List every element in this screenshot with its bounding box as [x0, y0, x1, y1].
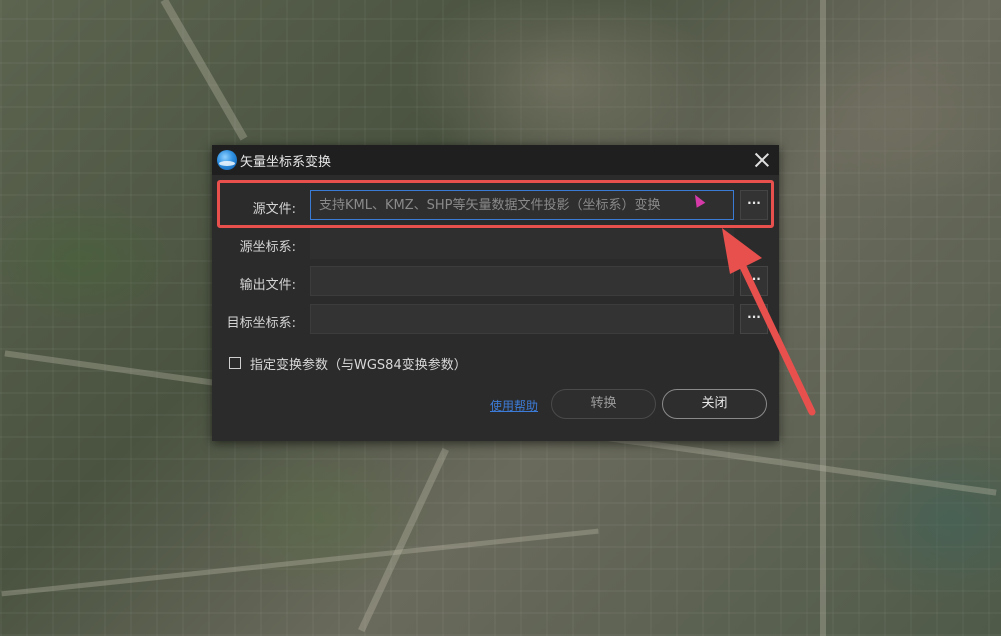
source-file-label: 源文件:: [252, 202, 296, 217]
output-file-browse-button[interactable]: ···: [740, 266, 768, 296]
close-icon[interactable]: [753, 151, 771, 169]
close-button[interactable]: 关闭: [662, 389, 767, 419]
target-crs-browse-button[interactable]: ···: [740, 304, 768, 334]
custom-params-checkbox[interactable]: [229, 357, 241, 369]
ellipsis-icon: ···: [747, 196, 761, 210]
vector-crs-transform-dialog: 矢量坐标系变换 源文件: ··· 源坐标系: 输出文件: ··· 目标坐标系: …: [212, 145, 779, 441]
target-crs-label: 目标坐标系:: [226, 316, 296, 331]
globe-icon: [217, 150, 237, 170]
ellipsis-icon: ···: [747, 272, 761, 286]
dialog-title: 矢量坐标系变换: [240, 155, 332, 170]
title-bar: 矢量坐标系变换: [212, 145, 779, 175]
ellipsis-icon: ···: [747, 310, 761, 324]
target-crs-input[interactable]: [310, 304, 734, 334]
source-file-browse-button[interactable]: ···: [740, 190, 768, 220]
source-crs-label: 源坐标系:: [239, 240, 296, 255]
help-link[interactable]: 使用帮助: [490, 397, 538, 414]
output-file-label: 输出文件:: [239, 278, 296, 293]
custom-params-label: 指定变换参数（与WGS84变换参数）: [250, 358, 467, 373]
source-file-input[interactable]: [310, 190, 734, 220]
convert-button[interactable]: 转换: [551, 389, 656, 419]
output-file-input[interactable]: [310, 266, 734, 296]
source-crs-input[interactable]: [310, 229, 734, 259]
